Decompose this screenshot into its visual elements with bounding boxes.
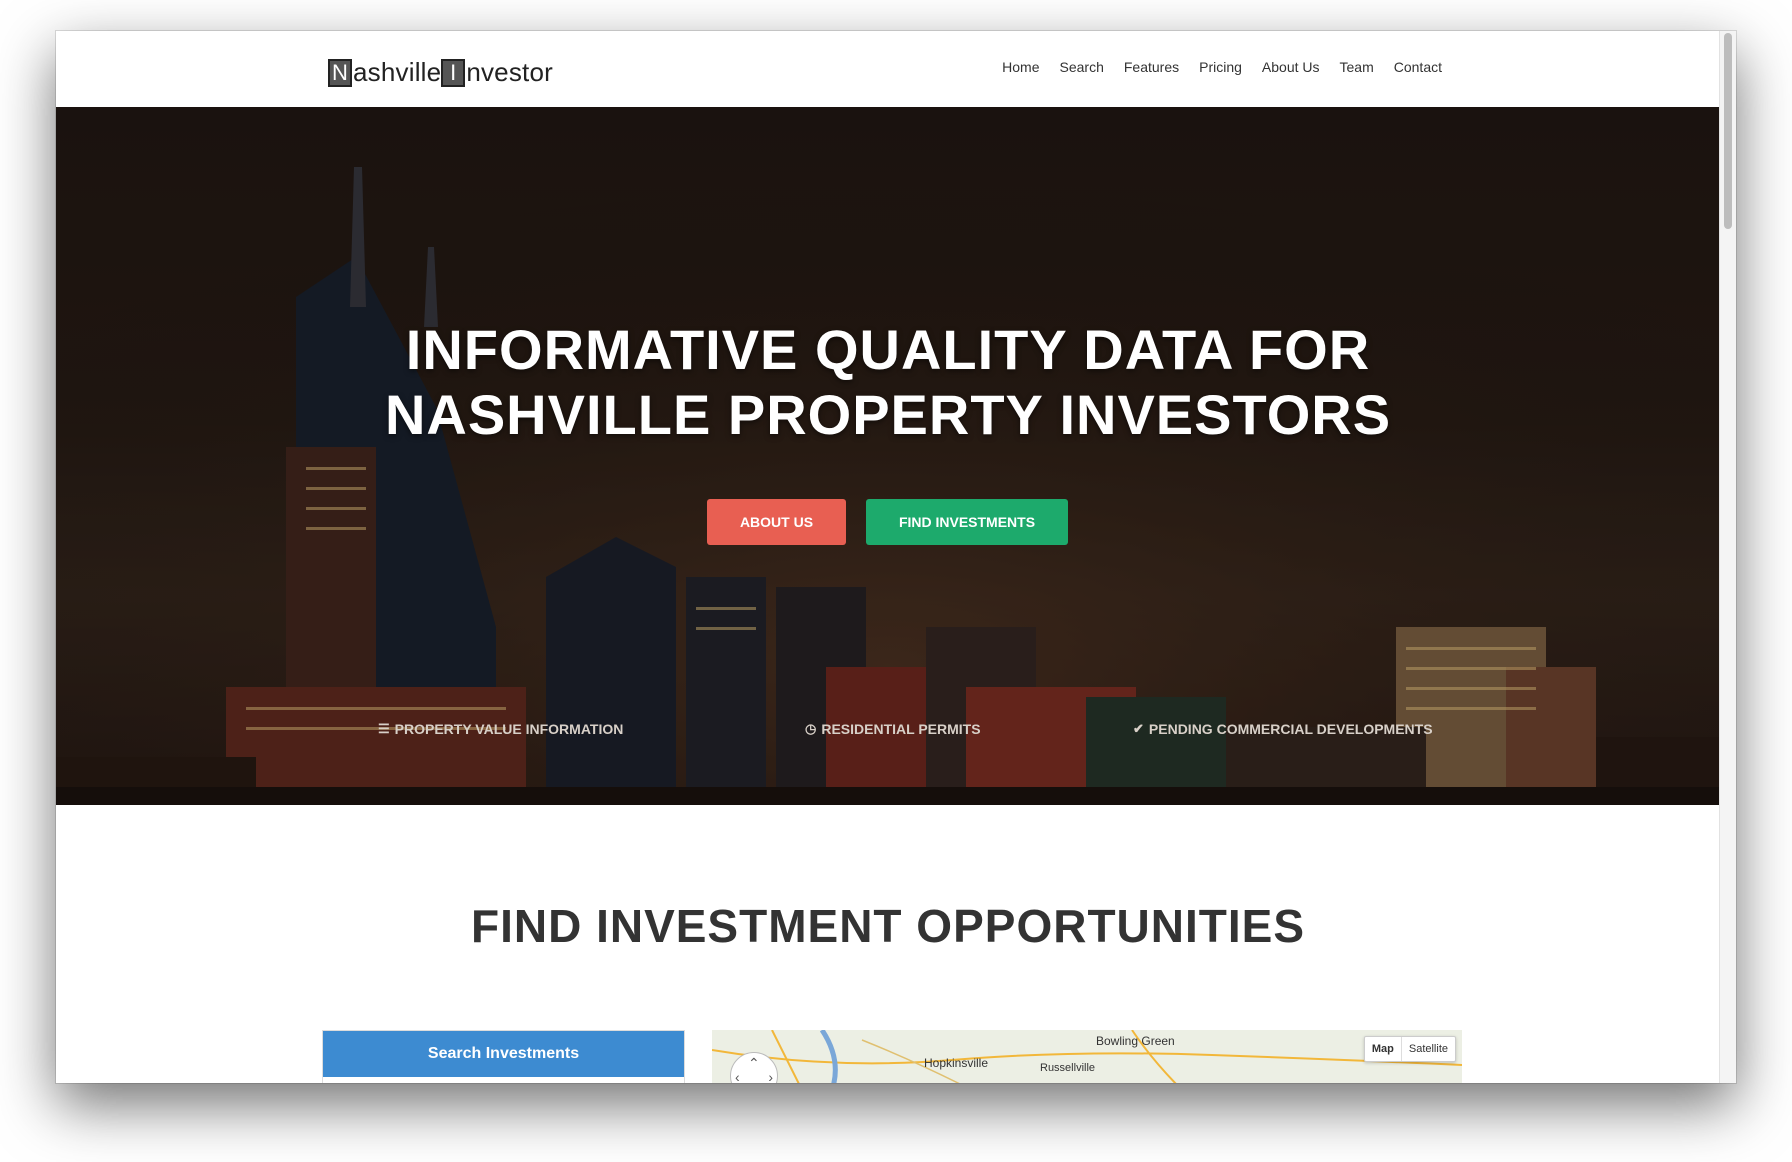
- nav-search[interactable]: Search: [1060, 59, 1104, 75]
- pan-up-icon[interactable]: ⌃: [748, 1055, 760, 1072]
- navbar: Nashville Investor Home Search Features P…: [56, 31, 1720, 108]
- hero-features: ☰ PROPERTY VALUE INFORMATION ◷ RESIDENTI…: [56, 721, 1720, 741]
- scrollbar-thumb[interactable]: [1724, 33, 1732, 229]
- map-type-map[interactable]: Map: [1365, 1037, 1402, 1061]
- nav-pricing[interactable]: Pricing: [1199, 59, 1242, 75]
- page-scrollbar[interactable]: [1719, 31, 1736, 1083]
- browser-window: Nashville Investor Home Search Features P…: [56, 31, 1736, 1083]
- hero-overlay: [56, 107, 1720, 805]
- map-label-bowling-green: Bowling Green: [1096, 1034, 1175, 1048]
- map-type-toggle: Map Satellite: [1363, 1036, 1456, 1062]
- map-widget[interactable]: Bowling Green Hopkinsville Russellville …: [712, 1030, 1462, 1083]
- nav-home[interactable]: Home: [1002, 59, 1039, 75]
- feature-label: PROPERTY VALUE INFORMATION: [394, 721, 624, 737]
- brand-letter-n: N: [328, 58, 352, 87]
- nav-team[interactable]: Team: [1340, 59, 1374, 75]
- pan-right-icon[interactable]: ›: [768, 1069, 773, 1083]
- feature-residential-permits: ◷ RESIDENTIAL PERMITS: [805, 721, 981, 737]
- clock-icon: ◷: [805, 721, 817, 736]
- feature-label: RESIDENTIAL PERMITS: [821, 721, 981, 737]
- pan-left-icon[interactable]: ‹: [735, 1069, 740, 1083]
- search-panel-header: Search Investments: [323, 1031, 684, 1077]
- map-type-satellite[interactable]: Satellite: [1402, 1037, 1455, 1061]
- nav-about-us[interactable]: About Us: [1262, 59, 1320, 75]
- map-roads: [712, 1030, 1462, 1083]
- main-nav: Home Search Features Pricing About Us Te…: [1002, 59, 1442, 75]
- hero-section: INFORMATIVE QUALITY DATA FOR NASHVILLE P…: [56, 107, 1720, 805]
- nav-contact[interactable]: Contact: [1394, 59, 1442, 75]
- brand-logo[interactable]: Nashville Investor: [328, 57, 553, 88]
- feature-label: PENDING COMMERCIAL DEVELOPMENTS: [1148, 721, 1433, 737]
- page: Nashville Investor Home Search Features P…: [56, 31, 1720, 1083]
- feature-commercial-developments: ✔ PENDING COMMERCIAL DEVELOPMENTS: [1133, 721, 1433, 737]
- check-icon: ✔: [1133, 721, 1144, 736]
- list-icon: ☰: [378, 721, 390, 736]
- hero-title-line-2: NASHVILLE PROPERTY INVESTORS: [384, 383, 1392, 446]
- map-label-russellville: Russellville: [1040, 1062, 1096, 1074]
- search-panel: Search Investments: [322, 1030, 685, 1083]
- map-label-hopkinsville: Hopkinsville: [924, 1056, 989, 1070]
- find-investments-button[interactable]: FIND INVESTMENTS: [866, 499, 1068, 545]
- about-us-button[interactable]: ABOUT US: [707, 499, 846, 545]
- hero-title: INFORMATIVE QUALITY DATA FOR NASHVILLE P…: [56, 317, 1720, 447]
- brand-letter-i: I: [441, 58, 466, 87]
- feature-property-value: ☰ PROPERTY VALUE INFORMATION: [378, 721, 623, 737]
- brand-text-ashville: ashville: [353, 57, 442, 87]
- nav-features[interactable]: Features: [1124, 59, 1179, 75]
- hero-title-line-1: INFORMATIVE QUALITY DATA FOR: [405, 318, 1371, 381]
- brand-text-nvestor: nvestor: [466, 57, 553, 87]
- section-title: FIND INVESTMENT OPPORTUNITIES: [470, 900, 1306, 952]
